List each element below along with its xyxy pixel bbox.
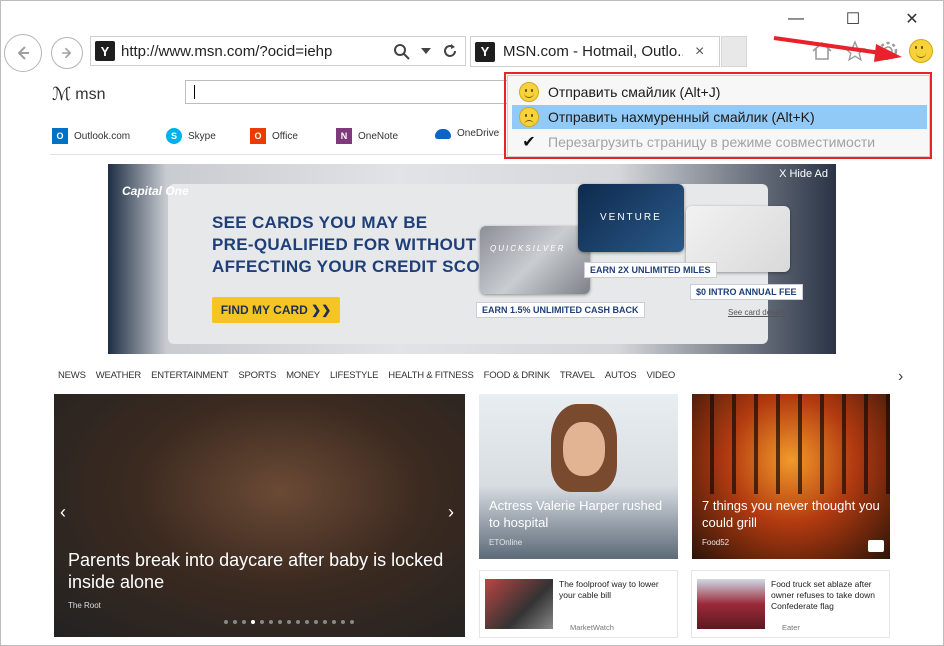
quicklink-office[interactable]: O Office [250,128,298,144]
ad-headline-line: PRE-QUALIFIED FOR WITHOUT [212,235,477,254]
photo-face [563,422,605,476]
annotation-arrow-icon [773,36,902,62]
story-tile-grill[interactable]: 7 things you never thought you could gri… [692,394,890,559]
outlook-icon: O [52,128,68,144]
quicklink-label: Outlook.com [74,130,131,142]
venture-card: VENTURE [578,184,684,252]
annotation-highlight-box [504,72,932,159]
tab-close-icon[interactable]: × [695,43,704,61]
category-nav: NEWS WEATHER ENTERTAINMENT SPORTS MONEY … [58,370,685,381]
nav-money[interactable]: MONEY [286,370,320,381]
search-icon[interactable] [393,43,411,61]
text-cursor [194,85,195,99]
nav-entertainment[interactable]: ENTERTAINMENT [151,370,228,381]
quicklink-label: Skype [188,130,216,142]
nav-health-fitness[interactable]: HEALTH & FITNESS [388,370,474,381]
story-source: MarketWatch [570,623,614,632]
hero-caption: Parents break into daycare after baby is… [68,550,444,592]
story-tile-valerie-harper[interactable]: Actress Valerie Harper rushed to hospita… [479,394,678,559]
quicklink-onedrive[interactable]: OneDrive [435,128,499,139]
grill-grate [692,394,890,494]
story-source: Food52 [702,538,730,547]
quicklink-label: OneDrive [457,128,500,139]
quicklink-onenote[interactable]: N OneNote [336,128,398,144]
arrow-left-icon [17,46,29,60]
feedback-smiley-icon[interactable] [908,38,934,64]
arrow-right-icon [62,47,72,59]
office-icon: O [250,128,266,144]
msn-favicon-icon: Y [475,41,495,62]
story-source: ETOnline [489,538,523,547]
carousel-dots[interactable] [224,620,354,624]
onedrive-icon [435,128,451,139]
quicklink-skype[interactable]: S Skype [166,128,216,144]
hero-source: The Root [68,601,101,610]
ad-brand-logo: Capital One [122,184,189,198]
nav-autos[interactable]: AUTOS [605,370,637,381]
minimize-button[interactable]: — [783,8,809,30]
tab-title: MSN.com - Hotmail, Outlo... [503,43,683,60]
nav-lifestyle[interactable]: LIFESTYLE [330,370,379,381]
skype-icon: S [166,128,182,144]
story-source: Eater [782,623,800,632]
quicklink-label: Office [272,130,298,142]
ad-headline: SEE CARDS YOU MAY BE PRE-QUALIFIED FOR W… [212,212,509,278]
search-input[interactable] [185,80,515,104]
nav-sports[interactable]: SPORTS [238,370,276,381]
card-name: VENTURE [600,212,662,223]
forward-button[interactable] [51,37,83,69]
advertisement-banner[interactable]: Capital One X Hide Ad SEE CARDS YOU MAY … [108,164,836,354]
ad-details-link[interactable]: See card details [728,308,785,317]
close-button[interactable]: ✕ [899,8,925,30]
msn-logo[interactable]: ℳ msn [52,84,105,105]
story-caption: 7 things you never thought you could gri… [702,498,880,530]
story-small-food-truck[interactable]: Food truck set ablaze after owner refuse… [691,570,890,638]
story-title: The foolproof way to lower your cable bi… [559,579,659,600]
msn-logo-text: msn [75,85,106,103]
card-name: QUICKSILVER [490,244,566,253]
back-button[interactable] [4,34,42,72]
story-small-cable[interactable]: The foolproof way to lower your cable bi… [479,570,678,638]
nav-news[interactable]: NEWS [58,370,86,381]
find-my-card-button[interactable]: FIND MY CARD ❯❯ [212,297,340,323]
ad-offer-annual-fee: $0 INTRO ANNUAL FEE [690,284,803,300]
hero-story[interactable]: ‹ › Parents break into daycare after bab… [54,394,465,637]
dropdown-icon[interactable] [421,48,431,56]
ad-offer-cashback: EARN 1.5% UNLIMITED CASH BACK [476,302,645,318]
camera-icon [868,540,884,552]
butterfly-icon: ℳ [52,84,72,104]
nav-video[interactable]: VIDEO [646,370,675,381]
story-caption: Actress Valerie Harper rushed to hospita… [489,498,663,530]
address-text[interactable]: http://www.msn.com/?ocid=iehp [121,43,332,60]
maximize-button[interactable]: ☐ [840,8,866,30]
hide-ad-button[interactable]: X Hide Ad [779,168,828,180]
quicksilver-card: QUICKSILVER [480,226,590,294]
address-bar[interactable]: Y http://www.msn.com/?ocid=iehp [90,36,466,66]
chevron-right-icon[interactable]: › [898,368,903,386]
story-thumbnail [485,579,553,629]
quicklink-label: OneNote [358,130,399,142]
carousel-prev-icon[interactable]: ‹ [60,502,66,523]
ad-offer-miles: EARN 2X UNLIMITED MILES [584,262,717,278]
story-title: Food truck set ablaze after owner refuse… [771,579,875,611]
quicklink-outlook[interactable]: O Outlook.com [52,128,130,144]
nav-travel[interactable]: TRAVEL [560,370,595,381]
story-thumbnail [697,579,765,629]
carousel-next-icon[interactable]: › [448,502,454,523]
tab-msn[interactable]: Y MSN.com - Hotmail, Outlo... × [470,36,720,67]
onenote-icon: N [336,128,352,144]
nav-food-drink[interactable]: FOOD & DRINK [484,370,550,381]
nav-weather[interactable]: WEATHER [96,370,142,381]
ad-headline-line: SEE CARDS YOU MAY BE [212,213,428,232]
ad-headline-line: AFFECTING YOUR CREDIT SCORE. [212,257,510,276]
refresh-icon[interactable] [441,42,459,60]
new-tab-button[interactable] [721,36,747,67]
msn-favicon-icon: Y [95,41,115,61]
